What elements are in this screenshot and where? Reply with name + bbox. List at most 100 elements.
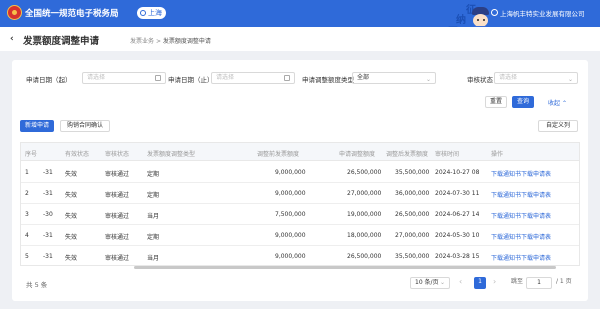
table-cell-time: 2024-05-30 10 — [435, 232, 480, 239]
breadcrumb-separator: > — [155, 38, 161, 45]
audit-status-select[interactable]: 请选择 ⌄ — [494, 72, 578, 84]
table-cell-type: 当月 — [147, 213, 160, 220]
company-name[interactable]: 上海帆丰特实业发展有限公司 — [500, 8, 585, 18]
table-cell-seq: 5 — [25, 253, 29, 260]
table-cell-type: 定期 — [147, 234, 160, 241]
table-cell-valid: 失效 — [65, 255, 78, 262]
next-page-icon[interactable]: › — [493, 277, 496, 289]
download-notice-link[interactable]: 下载通知书 — [491, 232, 521, 241]
table-row: 2 -31 失效 审核通过 定期 9,000,000 27,000,000 36,000,00… — [21, 183, 579, 204]
mascot-eye-icon — [483, 19, 485, 21]
end-date-label: 申请日期（止） — [168, 76, 214, 84]
adjust-type-label: 申请调整额度类型 — [302, 76, 354, 84]
download-notice-link[interactable]: 下载通知书 — [491, 253, 521, 262]
region-switch[interactable]: 上海 — [137, 7, 166, 19]
start-date-input[interactable]: 请选择 — [82, 72, 166, 84]
table-cell-cut: -31 — [43, 253, 53, 260]
region-label: 上海 — [148, 9, 162, 17]
national-emblem-icon — [7, 5, 22, 20]
page-number-current[interactable]: 1 — [474, 277, 486, 289]
page-title: 发票额度调整申请 — [23, 36, 100, 47]
confirm-contract-button[interactable]: 购销合同确认 — [60, 120, 110, 132]
table-cell-cut: -31 — [43, 190, 53, 197]
audit-status-placeholder: 请选择 — [499, 74, 518, 81]
horizontal-scrollbar[interactable] — [134, 266, 556, 269]
table-cell-valid: 失效 — [65, 192, 78, 199]
chevron-down-icon: ⌄ — [425, 76, 431, 83]
site-title: 全国统一规范电子税务局 — [25, 9, 119, 19]
column-header: 审核状态 — [105, 151, 130, 158]
adjust-type-select[interactable]: 全部 ⌄ — [352, 72, 436, 84]
table-cell-cut: -30 — [43, 211, 53, 218]
table-cell-seq: 1 — [25, 169, 29, 176]
table-cell-valid: 失效 — [65, 213, 78, 220]
table-cell-after: 36,000,000 — [395, 190, 430, 197]
table-cell-time: 2024-07-30 11 — [435, 190, 480, 197]
column-header: 有效状态 — [65, 151, 90, 158]
table-cell-apply: 27,000,000 — [347, 190, 382, 197]
table-cell-apply: 18,000,000 — [347, 232, 382, 239]
reset-button[interactable]: 重置 — [485, 96, 507, 108]
end-date-placeholder: 请选择 — [216, 74, 235, 81]
breadcrumb-current: 发票额度调整申请 — [162, 38, 211, 45]
table-cell-after: 35,500,000 — [395, 253, 430, 260]
start-date-label: 申请日期（起） — [26, 76, 72, 84]
title-bar: ‹ 发票额度调整申请 发票业务 > 发票额度调整申请 — [0, 27, 600, 51]
table-cell-after: 26,500,000 — [395, 211, 430, 218]
table-row: 5 -31 失效 审核通过 当月 9,000,000 26,500,000 35,500,00… — [21, 246, 579, 265]
table-cell-time: 2024-03-28 15 — [435, 253, 480, 260]
table-cell-type: 定期 — [147, 171, 160, 178]
download-notice-link[interactable]: 下载通知书 — [491, 169, 521, 178]
download-notice-link[interactable]: 下载通知书 — [491, 211, 521, 220]
table-cell-cut: -31 — [43, 169, 53, 176]
breadcrumb-item[interactable]: 发票业务 — [130, 38, 154, 45]
table-row: 1 -31 失效 审核通过 定期 9,000,000 26,500,000 35,500,00… — [21, 162, 579, 183]
table-cell-type: 定期 — [147, 192, 160, 199]
column-header: 序号 — [25, 151, 38, 158]
column-header: 操作 — [491, 151, 504, 158]
table-cell-status: 审核通过 — [105, 192, 130, 199]
table-row: 3 -30 失效 审核通过 当月 7,500,000 19,000,000 26,500,00… — [21, 204, 579, 225]
table-cell-before: 9,000,000 — [275, 232, 306, 239]
download-form-link[interactable]: 下载申请表 — [521, 190, 551, 199]
column-header: 发票额度调整类型 — [147, 151, 196, 158]
table-header: 序号 有效状态 审核状态 发票额度调整类型 调整前发票额度 申请调整额度 调整后… — [21, 143, 579, 161]
download-notice-link[interactable]: 下载通知书 — [491, 190, 521, 199]
end-date-input[interactable]: 请选择 — [211, 72, 295, 84]
goto-label: 跳至 — [511, 278, 524, 285]
collapse-label: 收起 — [548, 100, 561, 107]
audit-status-label: 审核状态 — [467, 76, 493, 84]
column-header: 申请调整额度 — [339, 151, 376, 158]
query-button[interactable]: 查询 — [512, 96, 534, 108]
custom-columns-button[interactable]: 自定义列 — [538, 120, 578, 132]
table-cell-seq: 4 — [25, 232, 29, 239]
table-cell-status: 审核通过 — [105, 171, 130, 178]
calendar-icon — [284, 75, 290, 81]
table-cell-time: 2024-10-27 08 — [435, 169, 480, 176]
chevron-up-icon: ⌃ — [561, 100, 567, 107]
goto-page-input[interactable]: 1 — [526, 277, 552, 289]
download-form-link[interactable]: 下载申请表 — [521, 211, 551, 220]
download-form-link[interactable]: 下载申请表 — [521, 232, 551, 241]
table-cell-seq: 2 — [25, 190, 29, 197]
download-form-link[interactable]: 下载申请表 — [521, 169, 551, 178]
back-arrow-icon[interactable]: ‹ — [10, 34, 14, 44]
table-cell-status: 审核通过 — [105, 234, 130, 241]
table-cell-status: 审核通过 — [105, 213, 130, 220]
column-header: 调整后发票额度 — [386, 151, 429, 158]
prev-page-icon[interactable]: ‹ — [459, 277, 462, 289]
table-cell-seq: 3 — [25, 211, 29, 218]
chevron-down-icon: ⌄ — [439, 279, 445, 286]
page-size-value: 10 条/页 — [415, 279, 439, 286]
table-cell-apply: 26,500,000 — [347, 253, 382, 260]
collapse-toggle[interactable]: 收起 ⌃ — [548, 98, 567, 107]
table-cell-type: 当月 — [147, 255, 160, 262]
calendar-icon — [155, 75, 161, 81]
download-form-link[interactable]: 下载申请表 — [521, 253, 551, 262]
page-size-select[interactable]: 10 条/页 ⌄ — [410, 277, 450, 289]
table-cell-before: 9,000,000 — [275, 253, 306, 260]
column-header: 调整前发票额度 — [257, 151, 300, 158]
new-apply-button[interactable]: 新增申请 — [20, 120, 54, 132]
table-cell-time: 2024-06-27 14 — [435, 211, 480, 218]
total-count: 共 5 条 — [26, 281, 48, 289]
